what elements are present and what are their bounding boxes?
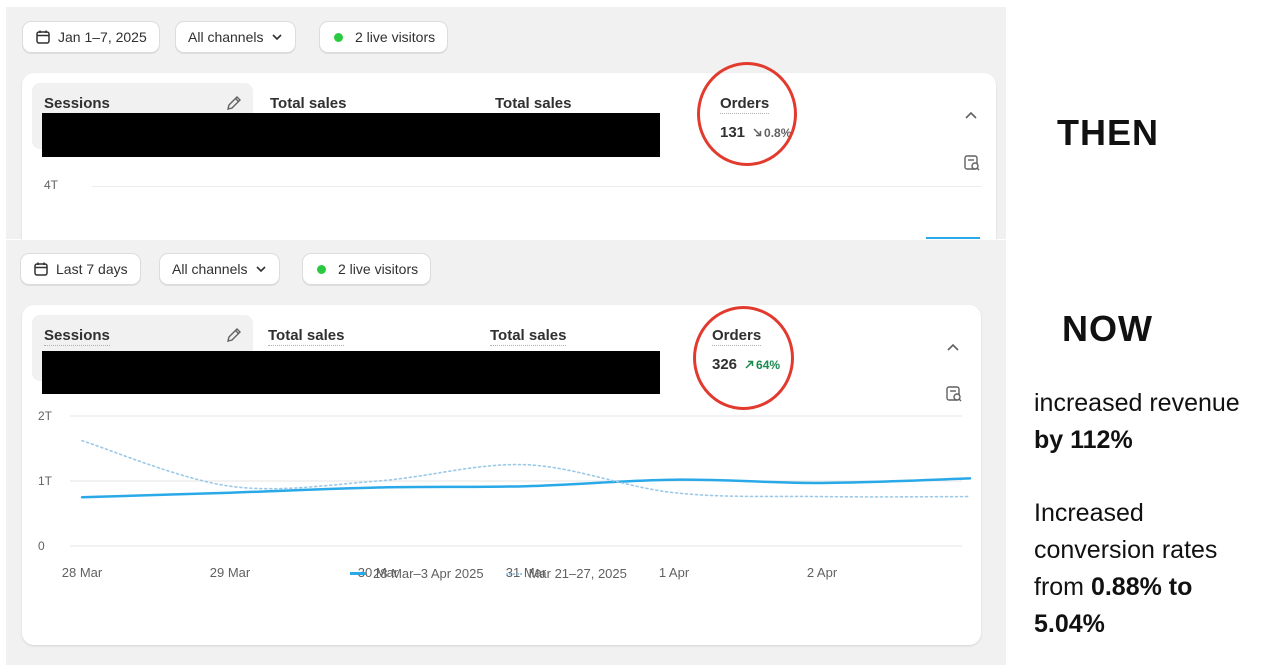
channel-filter-button[interactable]: All channels [159,253,280,285]
channel-filter-button[interactable]: All channels [175,21,296,53]
metric-label: Sessions [44,327,110,346]
revenue-line-1: increased revenue [1034,389,1240,417]
live-visitors-label: 2 live visitors [338,261,419,277]
legend-label: 28 Mar–3 Apr 2025 [373,566,484,581]
date-filter-button[interactable]: Jan 1–7, 2025 [22,21,160,53]
chart-insights-icon[interactable] [963,154,981,172]
pencil-icon[interactable] [225,94,243,112]
chevron-up-icon[interactable] [944,339,962,357]
live-indicator-icon [334,32,343,42]
metric-label: Total sales [495,95,572,114]
date-filter-label: Last 7 days [56,261,128,277]
then-heading: THEN [1057,112,1159,153]
then-screenshot: Jan 1–7, 2025 All channels 2 live visito… [6,7,1006,245]
chart-insights-icon[interactable] [945,385,963,403]
legend-swatch-solid [350,572,366,575]
metrics-card: Sessions Total sales Total sales Orders … [22,73,996,245]
conversion-line-3-bold: 0.88% to [1090,573,1193,601]
metric-label: Sessions [44,95,110,114]
gridline [92,186,981,187]
legend-item-current[interactable]: 28 Mar–3 Apr 2025 [350,566,484,581]
channel-filter-label: All channels [172,261,248,277]
metric-label: Total sales [270,95,347,114]
now-heading: NOW [1062,308,1153,349]
calendar-icon [34,262,48,276]
chevron-up-icon[interactable] [962,107,980,125]
highlight-circle [693,306,794,410]
live-indicator-icon [317,264,326,274]
highlight-circle [697,62,797,166]
metrics-card: Sessions Total sales Total sales Orders … [22,305,981,645]
pencil-icon[interactable] [225,326,243,344]
channel-filter-label: All channels [188,29,264,45]
revenue-line-2: by 112% [1034,426,1133,454]
revenue-note: increased revenue by 112% [1034,385,1240,459]
chevron-down-icon [271,34,282,41]
date-filter-label: Jan 1–7, 2025 [58,29,147,45]
legend-swatch-dotted [505,572,522,575]
conversion-line-3-prefix: from [1034,573,1084,601]
now-screenshot: Last 7 days All channels 2 live visitors… [6,240,1006,665]
date-filter-button[interactable]: Last 7 days [20,253,141,285]
metric-label: Total sales [490,327,567,346]
y-axis-tick: 4T [44,178,59,192]
live-visitors-button[interactable]: 2 live visitors [319,21,449,53]
chart-legend: 28 Mar–3 Apr 2025 Mar 21–27, 2025 [350,566,627,581]
redacted-block [42,113,660,157]
live-visitors-label: 2 live visitors [355,29,436,45]
conversion-note: Increased conversion rates from 0.88% to… [1034,495,1217,643]
conversion-line-1: Increased [1034,499,1144,527]
conversion-line-4: 5.04% [1034,610,1105,638]
legend-label: Mar 21–27, 2025 [528,566,627,581]
chevron-down-icon [255,266,266,273]
live-visitors-button[interactable]: 2 live visitors [302,253,432,285]
calendar-icon [36,30,50,44]
series-line-fragment [926,237,980,239]
conversion-line-2: conversion rates [1034,536,1218,564]
redacted-block [42,351,660,394]
metric-label: Total sales [268,327,345,346]
legend-item-previous[interactable]: Mar 21–27, 2025 [505,566,627,581]
